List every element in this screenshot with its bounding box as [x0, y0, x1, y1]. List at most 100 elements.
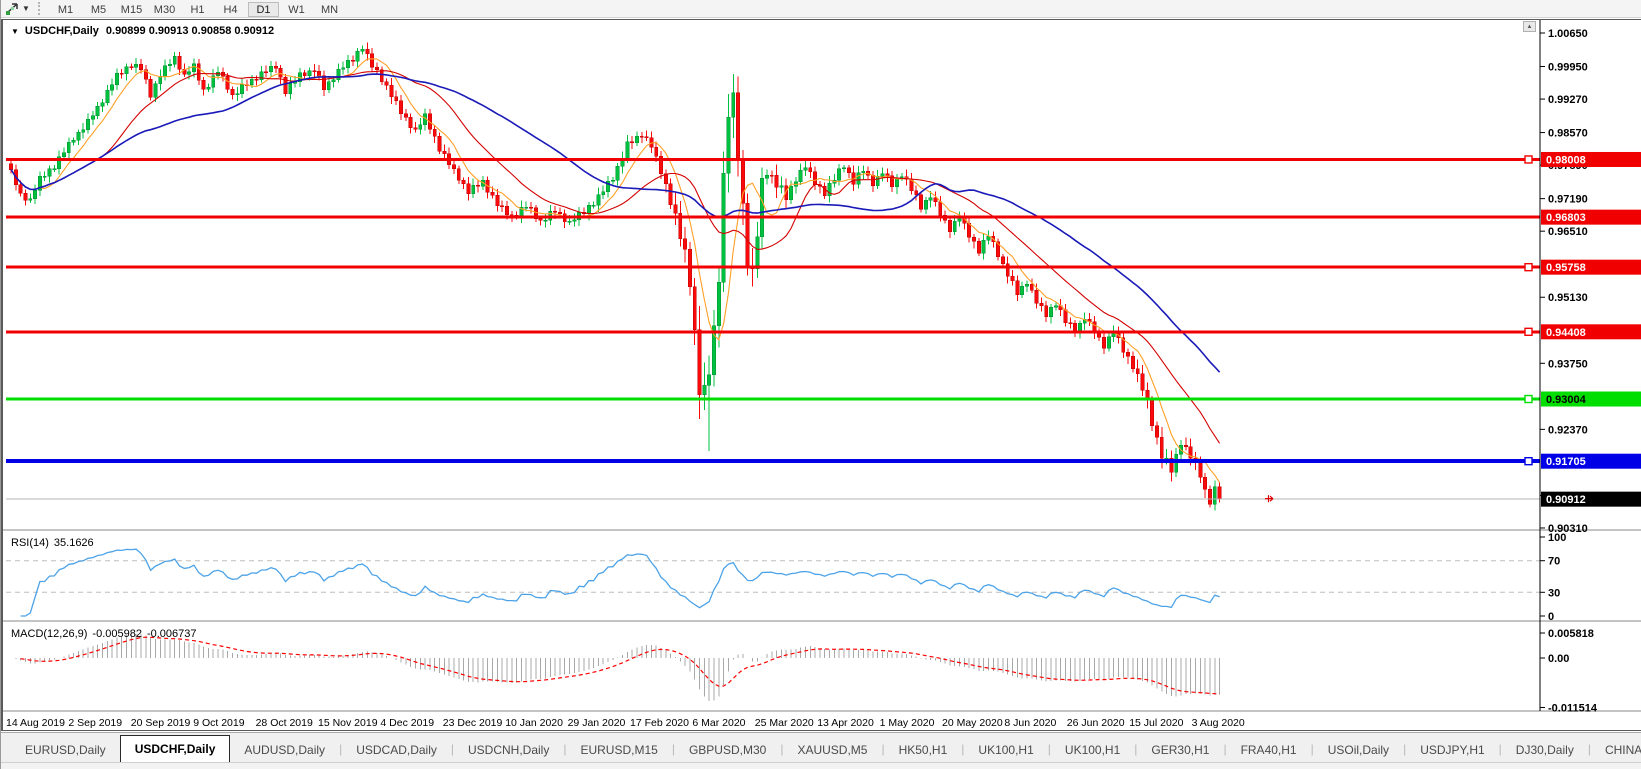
svg-text:0.92370: 0.92370 [1548, 424, 1588, 436]
chart-title: ▼USDCHF,Daily0.90899 0.90913 0.90858 0.9… [11, 25, 274, 37]
svg-text:0.93750: 0.93750 [1548, 358, 1588, 370]
timeframe-button-d1[interactable]: D1 [248, 2, 279, 17]
chart-tab-bar: EURUSD,DailyUSDCHF,DailyAUDUSD,Daily|USD… [1, 732, 1641, 762]
ohlc-close: 0.90912 [234, 25, 274, 37]
chart-tab-china300-h4[interactable]: CHINA300,H4 [1591, 738, 1641, 762]
timeframe-button-m15[interactable]: M15 [116, 2, 147, 17]
svg-text:0.95758: 0.95758 [1546, 262, 1586, 274]
svg-text:0.96510: 0.96510 [1548, 226, 1588, 238]
svg-text:25 Mar 2020: 25 Mar 2020 [755, 717, 814, 729]
svg-text:0.98570: 0.98570 [1548, 128, 1588, 140]
chart-scroll-up-button[interactable]: ▲ [1523, 21, 1536, 32]
ma-slow-line [11, 74, 1220, 372]
collapse-triangle-icon[interactable]: ▼ [11, 27, 19, 36]
svg-text:-0.011514: -0.011514 [1548, 702, 1598, 714]
chart-tab-uk100-h1[interactable]: UK100,H1 [1051, 738, 1134, 762]
hline-handle-0.94408[interactable] [1525, 328, 1532, 335]
chart-tab-uk100-h1[interactable]: UK100,H1 [964, 738, 1047, 762]
chart-tab-dj30-daily[interactable]: DJ30,Daily [1502, 738, 1588, 762]
timeframe-button-m1[interactable]: M1 [50, 2, 81, 17]
svg-text:3 Aug 2020: 3 Aug 2020 [1192, 717, 1245, 729]
svg-text:0.00: 0.00 [1548, 653, 1569, 665]
ma-medium-line [11, 71, 1220, 444]
price-badge-0.94408: 0.94408 [1541, 324, 1641, 339]
svg-text:30: 30 [1548, 587, 1560, 599]
chart-window[interactable]: ▼USDCHF,Daily0.90899 0.90913 0.90858 0.9… [1, 19, 1641, 731]
timeframe-button-mn[interactable]: MN [314, 2, 345, 17]
macd-layer [11, 634, 1220, 701]
svg-text:0.005818: 0.005818 [1548, 628, 1594, 640]
chart-tab-xauusd-m5[interactable]: XAUUSD,M5 [783, 738, 881, 762]
pattern-tool-icon[interactable] [4, 1, 22, 16]
svg-text:100: 100 [1548, 532, 1566, 544]
hline-handle-0.91705[interactable] [1525, 458, 1532, 465]
price-badge-0.95758: 0.95758 [1541, 260, 1641, 275]
svg-text:0.94408: 0.94408 [1546, 327, 1586, 339]
svg-text:0: 0 [1548, 611, 1554, 623]
svg-text:0.91705: 0.91705 [1546, 456, 1586, 468]
chart-canvas[interactable]: 1.006500.999500.992700.985700.978900.971… [3, 20, 1641, 730]
rsi-label: RSI(14)35.1626 [11, 537, 99, 549]
hline-handle-0.95758[interactable] [1525, 264, 1532, 271]
price-badge-0.98008: 0.98008 [1541, 152, 1641, 167]
timeframe-button-h4[interactable]: H4 [215, 2, 246, 17]
svg-text:23 Dec 2019: 23 Dec 2019 [443, 717, 503, 729]
svg-text:13 Apr 2020: 13 Apr 2020 [817, 717, 874, 729]
rsi-axis: 10070300 [1540, 532, 1566, 623]
svg-text:20 Sep 2019: 20 Sep 2019 [131, 717, 191, 729]
price-badge-0.96803: 0.96803 [1541, 210, 1641, 225]
ohlc-low: 0.90858 [192, 25, 232, 37]
price-badge-0.93004: 0.93004 [1541, 392, 1641, 407]
bottom-strip [1, 762, 1641, 769]
chart-tab-gbpusd-m30[interactable]: GBPUSD,M30 [675, 738, 780, 762]
svg-text:26 Jun 2020: 26 Jun 2020 [1067, 717, 1125, 729]
hline-handle-0.93004[interactable] [1525, 396, 1532, 403]
chart-tab-fra40-h1[interactable]: FRA40,H1 [1227, 738, 1311, 762]
chart-tab-usdjpy-h1[interactable]: USDJPY,H1 [1406, 738, 1498, 762]
chart-tab-eurusd-m15[interactable]: EURUSD,M15 [566, 738, 671, 762]
svg-text:29 Jan 2020: 29 Jan 2020 [568, 717, 626, 729]
svg-text:28 Oct 2019: 28 Oct 2019 [256, 717, 313, 729]
hline-handle-0.98008[interactable] [1525, 156, 1532, 163]
svg-text:17 Feb 2020: 17 Feb 2020 [630, 717, 689, 729]
mt4-window: ▼ M1M5M15M30H1H4D1W1MN ▼USDCHF,Daily0.90… [0, 0, 1641, 769]
macd-label: MACD(12,26,9)-0.005982-0.006737 [11, 628, 202, 640]
ma-fast-line [11, 59, 1220, 483]
time-axis: 14 Aug 20192 Sep 201920 Sep 20199 Oct 20… [6, 717, 1245, 729]
chart-tab-usdcnh-daily[interactable]: USDCNH,Daily [454, 738, 563, 762]
macd-axis: 0.005818 0.00 -0.011514 [1540, 628, 1598, 714]
svg-text:0.93004: 0.93004 [1546, 394, 1587, 406]
svg-text:15 Jul 2020: 15 Jul 2020 [1129, 717, 1183, 729]
chart-tab-hk50-h1[interactable]: HK50,H1 [885, 738, 962, 762]
svg-text:6 Mar 2020: 6 Mar 2020 [692, 717, 745, 729]
svg-text:0.95130: 0.95130 [1548, 292, 1588, 304]
chart-tab-usdcad-daily[interactable]: USDCAD,Daily [342, 738, 451, 762]
timeframe-toolbar: M1M5M15M30H1H4D1W1MN [49, 0, 346, 18]
svg-text:0.99270: 0.99270 [1548, 94, 1588, 106]
svg-text:0.98008: 0.98008 [1546, 154, 1586, 166]
svg-text:9 Oct 2019: 9 Oct 2019 [193, 717, 245, 729]
chart-tab-eurusd-daily[interactable]: EURUSD,Daily [11, 738, 120, 762]
svg-text:4 Dec 2019: 4 Dec 2019 [380, 717, 434, 729]
svg-text:20 May 2020: 20 May 2020 [942, 717, 1003, 729]
svg-text:1 May 2020: 1 May 2020 [880, 717, 935, 729]
svg-text:8 Jun 2020: 8 Jun 2020 [1004, 717, 1056, 729]
svg-text:1.00650: 1.00650 [1548, 28, 1588, 40]
top-toolbar: ▼ M1M5M15M30H1H4D1W1MN [1, 0, 1641, 18]
tool-dropdown-arrow-icon[interactable]: ▼ [22, 4, 34, 13]
chart-tab-usdchf-daily[interactable]: USDCHF,Daily [120, 735, 231, 762]
svg-text:0.97190: 0.97190 [1548, 194, 1588, 206]
timeframe-button-w1[interactable]: W1 [281, 2, 312, 17]
toolbar-grip [38, 2, 43, 15]
chart-tab-ger30-h1[interactable]: GER30,H1 [1137, 738, 1223, 762]
svg-text:0.96803: 0.96803 [1546, 212, 1586, 224]
ohlc-open: 0.90899 [106, 25, 146, 37]
chart-tab-audusd-daily[interactable]: AUDUSD,Daily [230, 738, 339, 762]
timeframe-button-m5[interactable]: M5 [83, 2, 114, 17]
timeframe-button-m30[interactable]: M30 [149, 2, 180, 17]
chart-tab-usoil-daily[interactable]: USOil,Daily [1314, 738, 1403, 762]
timeframe-button-h1[interactable]: H1 [182, 2, 213, 17]
svg-text:0.99950: 0.99950 [1548, 62, 1588, 74]
ohlc-high: 0.90913 [149, 25, 189, 37]
current-price-badge: 0.90912 [1541, 492, 1641, 507]
